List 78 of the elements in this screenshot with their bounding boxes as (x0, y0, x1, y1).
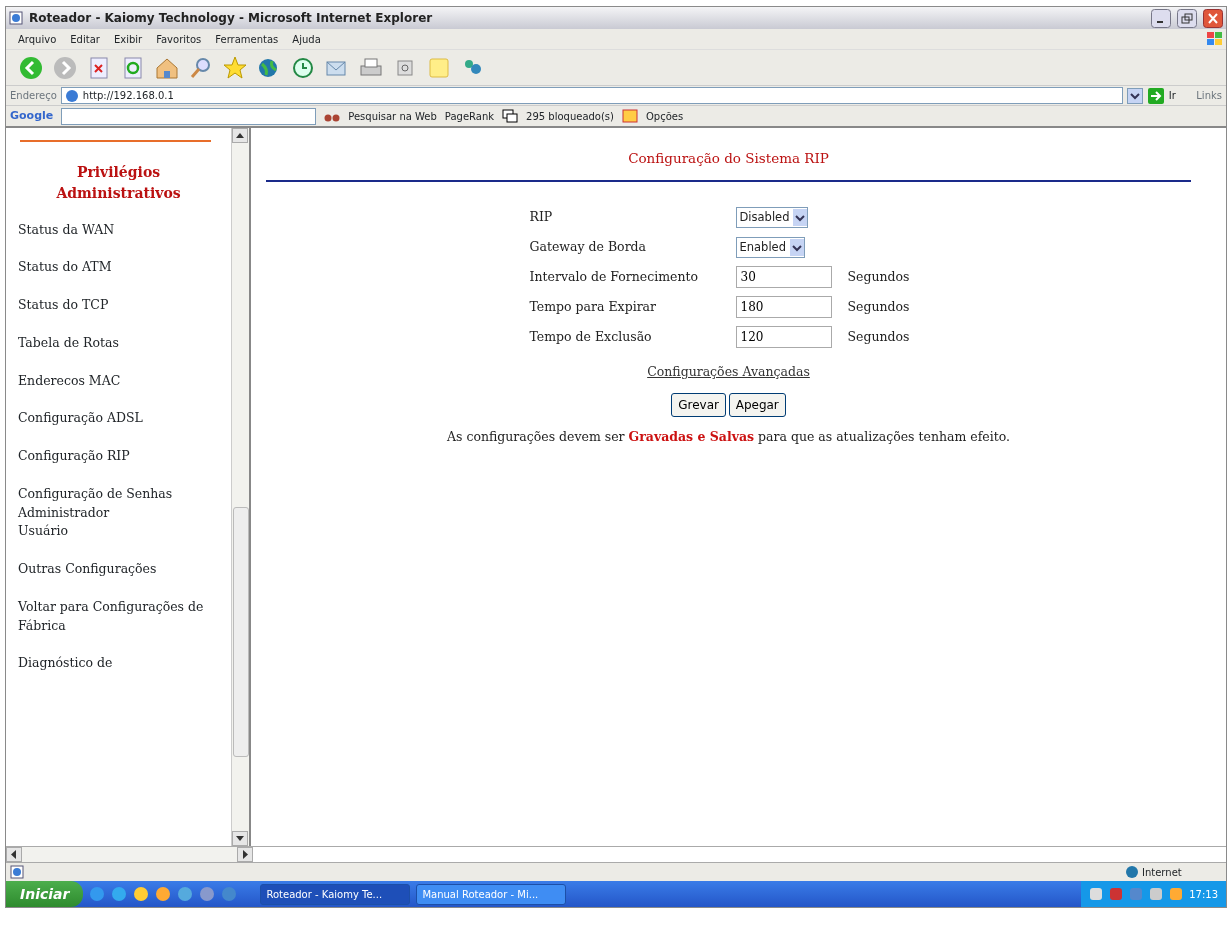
blocked-count[interactable]: 295 bloqueado(s) (526, 108, 614, 124)
quick-launch-icon[interactable] (133, 886, 150, 902)
restore-button[interactable] (1177, 8, 1197, 28)
star-icon[interactable] (222, 54, 248, 81)
search-web-button[interactable]: Pesquisar na Web (348, 108, 437, 124)
menu-item[interactable]: Ferramentas (215, 31, 279, 47)
advanced-settings-link[interactable]: Configurações Avançadas (647, 363, 810, 382)
field-label: Gateway de Borda (529, 237, 648, 256)
sidebar-link[interactable]: Enderecos MAC (18, 371, 219, 391)
sidebar-link[interactable]: Outras Configurações (18, 560, 219, 579)
form-button[interactable]: Apegar (728, 393, 786, 417)
close-button[interactable] (1203, 8, 1223, 28)
dropdown[interactable]: Disabled (735, 206, 809, 228)
unit-label: Segundos (847, 267, 911, 286)
form-button[interactable]: Grevar (671, 393, 726, 417)
field-label: RIP (529, 207, 554, 226)
input-field[interactable]: 120 (735, 326, 832, 349)
menu-item[interactable]: Editar (70, 31, 100, 47)
input-field[interactable]: 180 (735, 296, 832, 319)
sidebar-link[interactable]: Configuração RIP (18, 447, 219, 466)
links-button[interactable]: Links (1196, 88, 1222, 103)
unit-label: Segundos (847, 327, 911, 346)
scroll-right-button[interactable] (237, 847, 253, 862)
unit-label: Segundos (847, 297, 911, 316)
info-note: As configurações devem ser Gravadas e Salvas para que as atualizações tenham efeito. (446, 428, 1011, 446)
address-field[interactable]: http://192.168.0.1 (60, 87, 1123, 104)
menu-item[interactable]: Favoritos (156, 31, 202, 47)
dropdown-value: Enabled (739, 238, 786, 256)
address-label: Endereço (10, 89, 57, 103)
quick-launch-icon[interactable] (177, 886, 194, 902)
menu-item[interactable]: Exibir (113, 31, 143, 47)
tray-icon[interactable] (1089, 887, 1104, 901)
scroll-down-button[interactable] (232, 831, 248, 846)
sidebar-link[interactable]: Configuração ADSL (18, 409, 219, 428)
back-icon[interactable] (18, 54, 44, 81)
quick-launch-icon[interactable] (89, 886, 106, 902)
tray-icon[interactable] (1149, 887, 1164, 901)
sidebar-heading: Privilégios Administrativos (55, 163, 182, 203)
quick-launch-icon[interactable] (199, 886, 216, 902)
field-label: Intervalo de Fornecimento (529, 267, 700, 286)
sidebar-link[interactable]: Status do TCP (18, 296, 219, 315)
sidebar-link[interactable]: Tabela de Rotas (18, 333, 219, 353)
go-button[interactable]: Ir (1168, 88, 1176, 103)
search-field[interactable] (61, 107, 317, 125)
minimize-button[interactable] (1151, 8, 1171, 28)
forward-icon[interactable] (52, 54, 78, 81)
quick-launch-icon[interactable] (111, 886, 128, 902)
field-label: Tempo para Expirar (529, 297, 658, 316)
scroll-left-button[interactable] (6, 847, 22, 862)
popup-blocker-icon (502, 109, 519, 123)
sidebar-link[interactable]: Administrador (18, 503, 219, 523)
tray-icon[interactable] (1169, 887, 1184, 901)
page-title: Configuração do Sistema RIP (266, 138, 1191, 183)
scrollbar-thumb[interactable] (232, 507, 249, 757)
sidebar-link[interactable]: Configuração de Senhas (18, 484, 219, 504)
clock: 17:13 (1189, 887, 1218, 902)
tray-icon[interactable] (1109, 887, 1124, 901)
taskbar-button[interactable]: Roteador - Kaiomy Te... (260, 883, 411, 905)
quick-launch-icon[interactable] (155, 886, 172, 902)
google-logo[interactable]: Google (10, 107, 54, 125)
quick-launch-icon[interactable] (221, 886, 238, 902)
options-button[interactable]: Opções (646, 108, 684, 124)
field-label: Tempo de Exclusão (529, 327, 653, 346)
menu-item[interactable]: Ajuda (292, 31, 321, 47)
url-text: http://192.168.0.1 (82, 89, 174, 103)
input-field[interactable]: 30 (735, 266, 832, 289)
sidebar-link[interactable]: Status do ATM (18, 258, 219, 277)
pagerank-label: PageRank (444, 109, 495, 124)
scroll-up-button[interactable] (232, 128, 248, 143)
dropdown-value: Disabled (739, 208, 790, 226)
window-title: Roteador - Kaiomy Technology - Microsoft Internet Explorer (29, 10, 434, 27)
zone-label: Internet (1142, 865, 1183, 880)
dropdown[interactable]: Enabled (735, 236, 805, 258)
sidebar-link[interactable]: Usuário (18, 522, 219, 541)
menu-item[interactable]: Arquivo (18, 31, 57, 47)
sidebar-link[interactable]: Diagnóstico de (18, 654, 219, 673)
sidebar-link[interactable]: Status da WAN (18, 220, 219, 240)
sidebar-link[interactable]: Voltar para Configurações de Fábrica (18, 597, 219, 636)
